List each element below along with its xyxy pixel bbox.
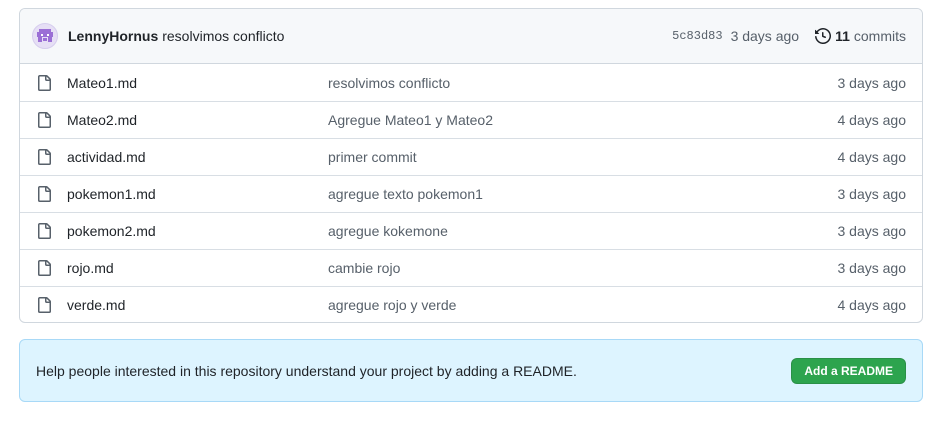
commit-history-link[interactable]: 11 commits (815, 28, 906, 44)
file-row[interactable]: pokemon2.md agregue kokemone 3 days ago (20, 212, 922, 249)
file-row[interactable]: actividad.md primer commit 4 days ago (20, 138, 922, 175)
file-icon (38, 297, 51, 313)
file-commit-message-link[interactable]: agregue kokemone (328, 223, 448, 239)
commit-word: commits (853, 28, 906, 44)
file-name-link[interactable]: Mateo2.md (67, 112, 137, 128)
file-name-link[interactable]: verde.md (67, 297, 125, 313)
file-commit-message-link[interactable]: primer commit (328, 149, 417, 165)
latest-commit-bar: LennyHornus resolvimos conflicto 5c83d83… (20, 9, 922, 64)
file-age: 4 days ago (837, 149, 907, 165)
commit-meta: 5c83d83 3 days ago 11 commits (672, 28, 906, 44)
add-readme-button[interactable]: Add a README (791, 357, 906, 384)
file-icon (38, 112, 51, 128)
file-name-link[interactable]: Mateo1.md (67, 75, 137, 91)
commit-author-link[interactable]: LennyHornus (68, 28, 158, 44)
file-rows: Mateo1.md resolvimos conflicto 3 days ago M… (20, 64, 922, 322)
file-age: 3 days ago (837, 186, 907, 202)
commit-count: 11 (835, 28, 850, 44)
file-age: 3 days ago (837, 260, 907, 276)
file-name-link[interactable]: pokemon2.md (67, 223, 156, 239)
file-age: 4 days ago (837, 112, 907, 128)
file-commit-message-link[interactable]: cambie rojo (328, 260, 400, 276)
file-icon (38, 74, 51, 91)
file-name-link[interactable]: rojo.md (67, 260, 114, 276)
identicon-avatar-icon (37, 29, 53, 42)
file-commit-message-link[interactable]: agregue texto pokemon1 (328, 186, 483, 202)
file-row[interactable]: rojo.md cambie rojo 3 days ago (20, 249, 922, 286)
file-icon (38, 149, 51, 165)
commit-age: 3 days ago (730, 28, 800, 44)
file-age: 3 days ago (837, 223, 907, 239)
file-name-link[interactable]: pokemon1.md (67, 186, 156, 202)
file-row[interactable]: verde.md agregue rojo y verde 4 days ago (20, 286, 922, 322)
commit-message-link[interactable]: resolvimos conflicto (162, 28, 284, 44)
avatar[interactable] (32, 23, 58, 49)
file-age: 4 days ago (837, 297, 907, 313)
file-commit-message-link[interactable]: resolvimos conflicto (328, 75, 450, 91)
readme-banner: Help people interested in this repositor… (19, 339, 923, 402)
file-name-link[interactable]: actividad.md (67, 149, 146, 165)
file-icon (38, 260, 51, 276)
commit-sha-link[interactable]: 5c83d83 (672, 29, 722, 43)
file-icon (38, 186, 51, 202)
file-listing: LennyHornus resolvimos conflicto 5c83d83… (19, 8, 923, 323)
file-row[interactable]: pokemon1.md agregue texto pokemon1 3 days … (20, 175, 922, 212)
file-commit-message-link[interactable]: Agregue Mateo1 y Mateo2 (328, 112, 493, 128)
file-row[interactable]: Mateo2.md Agregue Mateo1 y Mateo2 4 days a… (20, 101, 922, 138)
history-icon (815, 28, 831, 44)
file-icon (38, 223, 51, 239)
readme-prompt-text: Help people interested in this repositor… (36, 362, 577, 379)
file-age: 3 days ago (837, 74, 907, 91)
file-row[interactable]: Mateo1.md resolvimos conflicto 3 days ago (20, 64, 922, 101)
file-commit-message-link[interactable]: agregue rojo y verde (328, 297, 456, 313)
